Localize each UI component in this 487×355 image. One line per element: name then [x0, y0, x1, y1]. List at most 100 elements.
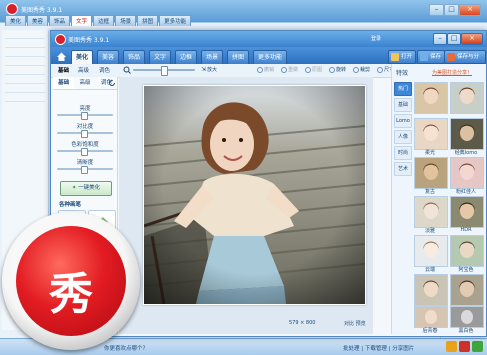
effect-thumb-cloud[interactable] [414, 235, 448, 267]
effect-thumb-youth[interactable] [414, 306, 448, 328]
effect-label: 柔光 [424, 150, 435, 156]
effect-label: 黑白色 [458, 328, 474, 334]
effect-thumb[interactable] [414, 274, 448, 306]
redo-button[interactable]: 重做 [281, 66, 298, 73]
photo-preview[interactable] [143, 85, 366, 305]
crop-button[interactable]: 裁剪 [353, 66, 370, 73]
status-icon-3[interactable] [472, 341, 483, 352]
effect-label: 云端 [424, 267, 435, 273]
tab-decoration[interactable]: 饰品 [123, 50, 146, 64]
share-icon [447, 53, 455, 61]
reset-icon[interactable] [108, 79, 116, 87]
zoom-in-icon: ⇲ [201, 66, 207, 73]
title-links: 登录 [371, 35, 381, 42]
undo-button[interactable]: 撤销 [257, 66, 274, 73]
zoom-slider[interactable] [133, 66, 195, 76]
sharpness-slider[interactable] [57, 166, 113, 174]
category-portrait[interactable]: 人像 [394, 130, 412, 144]
bg-minimize-button[interactable]: – [429, 4, 444, 16]
bg-logo-icon [6, 3, 18, 15]
tool-tab-color[interactable]: 调色 [99, 66, 110, 74]
status-icon-1[interactable] [446, 341, 457, 352]
bg-tab-4[interactable]: 文字 [71, 15, 93, 26]
zoom-out-icon[interactable] [123, 66, 131, 74]
effect-label: 后青春 [422, 328, 438, 334]
bg-maximize-button[interactable]: □ [444, 4, 459, 16]
folder-icon [391, 53, 399, 61]
open-button[interactable]: 打开 [388, 50, 417, 64]
effects-share-link[interactable]: 为美图打造分享！ [432, 69, 472, 76]
original-button[interactable]: 原图 [305, 66, 322, 73]
effect-label: 淡雅 [424, 228, 435, 234]
preview-button[interactable]: 预览 [356, 321, 366, 327]
effect-label: 经典lomo [454, 150, 478, 156]
category-fashion[interactable]: 时尚 [394, 146, 412, 160]
effect-thumb-classic-lomo[interactable] [450, 118, 484, 150]
category-lomo[interactable]: Lomo [394, 114, 412, 128]
maximize-button[interactable]: □ [447, 33, 461, 45]
category-basic[interactable]: 基础 [394, 98, 412, 112]
app-logo-icon [55, 34, 66, 45]
window-title: 美图秀秀 3.9.1 [68, 37, 110, 44]
bg-tab-1[interactable]: 美化 [5, 15, 27, 26]
effect-label: 粉红佳人 [455, 189, 476, 195]
canvas-area [119, 77, 373, 334]
bg-title: 美图秀秀 3.9.1 [6, 2, 62, 16]
bg-title-text: 美图秀秀 3.9.1 [21, 6, 63, 14]
tab-collage[interactable]: 拼图 [227, 50, 250, 64]
logo-red-disc: 秀 [16, 226, 126, 336]
minimize-button[interactable]: – [433, 33, 447, 45]
effect-thumb-pink[interactable] [450, 157, 484, 189]
save-share-button[interactable]: 保存与分享 [444, 50, 486, 72]
effect-thumb[interactable] [450, 82, 484, 114]
category-art[interactable]: 艺术 [394, 162, 412, 176]
contrast-label: 对比度 [76, 124, 94, 130]
tool-tab-basic[interactable]: 基础 [58, 66, 69, 74]
zoom-in-button[interactable]: ⇲ 放大 [201, 66, 217, 73]
effects-panel: 特效 为美图打造分享！ 热门 基础 Lomo 人像 时尚 艺术 柔光 经典lom… [391, 64, 486, 334]
effect-thumb-hdr[interactable] [450, 196, 484, 228]
canvas-status: 579 × 800 对比 预览 [119, 317, 373, 329]
effect-thumb-bw[interactable] [450, 306, 484, 328]
tool-tab-advanced[interactable]: 高级 [78, 66, 89, 74]
brightness-slider[interactable] [57, 112, 113, 120]
effect-thumb-abao[interactable] [450, 235, 484, 267]
status-icon-2[interactable] [459, 341, 470, 352]
effect-thumb-retro[interactable] [414, 157, 448, 189]
bg-tab-3[interactable]: 饰品 [49, 15, 71, 26]
main-nav: 美化 美容 饰品 文字 边框 场景 拼图 更多功能 打开 保存 保存与分享 [51, 47, 486, 72]
zoom-slider-knob[interactable] [161, 66, 168, 76]
bg-tab-5[interactable]: 边框 [93, 15, 115, 26]
bg-status-right[interactable]: 批处理 | 下载管理 | 分享图片 [343, 344, 414, 352]
bg-tab-7[interactable]: 拼图 [137, 15, 159, 26]
effect-thumb[interactable] [450, 274, 484, 306]
home-icon[interactable] [56, 51, 67, 62]
tab-cosmetic[interactable]: 美容 [97, 50, 120, 64]
tab-beautify[interactable]: 美化 [71, 50, 94, 64]
effect-thumb-elegant[interactable] [414, 196, 448, 228]
close-button[interactable]: × [461, 33, 483, 45]
contrast-slider[interactable] [57, 130, 113, 138]
rotate-button[interactable]: 旋转 [329, 66, 346, 73]
effect-thumb[interactable] [414, 82, 448, 114]
tab-scene[interactable]: 场景 [201, 50, 224, 64]
compare-button[interactable]: 对比 预览 [344, 320, 366, 327]
login-link[interactable]: 登录 [371, 35, 381, 42]
bg-tab-6[interactable]: 场景 [115, 15, 137, 26]
tab-more[interactable]: 更多功能 [253, 50, 288, 64]
effect-label: 阿宝色 [458, 267, 474, 273]
save-icon [420, 53, 428, 61]
bg-status-left[interactable]: 你更喜欢点哪个？ [104, 344, 148, 352]
adjust-tab-basic[interactable]: 基础 [53, 77, 75, 89]
bg-tab-8[interactable]: 更多功能 [159, 15, 192, 26]
bg-close-button[interactable]: × [459, 4, 481, 16]
tab-frame[interactable]: 边框 [175, 50, 198, 64]
one-click-beautify-button[interactable]: ✦ 一键美化 [60, 181, 112, 196]
saturation-slider[interactable] [57, 148, 113, 156]
save-button[interactable]: 保存 [417, 50, 446, 64]
category-hot[interactable]: 热门 [394, 82, 412, 96]
adjust-tab-advanced[interactable]: 高级 [74, 77, 95, 89]
tab-text[interactable]: 文字 [149, 50, 172, 64]
bg-tab-2[interactable]: 美容 [27, 15, 49, 26]
effect-thumb-soft-light[interactable] [414, 118, 448, 150]
